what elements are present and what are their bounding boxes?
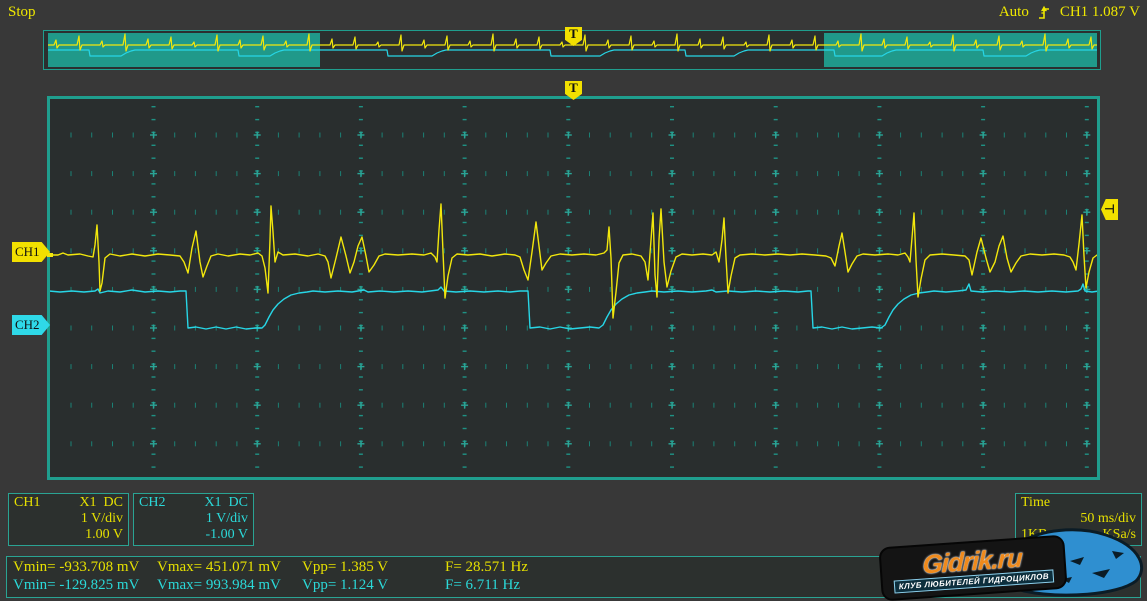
timebase-scale: 50 ms/div <box>1021 511 1136 527</box>
main-waveforms <box>47 96 1100 480</box>
ch2-tag-label: CH2 <box>15 317 40 333</box>
ch1-offset: 1.00 V <box>14 527 123 543</box>
ch2-vpp: Vpp= 1.124 V <box>302 577 388 594</box>
ch2-vmax: Vmax= 993.984 mV <box>157 577 281 594</box>
ch1-coupling: X1 DC <box>79 495 123 511</box>
waveform-display <box>47 96 1100 480</box>
ch2-frequency: F= 6.711 Hz <box>445 577 520 594</box>
ch2-measurements-row: Vmin= -129.825 mV Vmax= 993.984 mV Vpp= … <box>7 577 1140 596</box>
ch1-scale: 1 V/div <box>14 511 123 527</box>
ch2-ground-marker[interactable]: CH2 <box>12 315 50 335</box>
ch1-vmin: Vmin= -933.708 mV <box>13 559 139 576</box>
timebase-box[interactable]: Time 50 ms/div 1KB KSa/s <box>1015 493 1142 546</box>
run-state-label[interactable]: Stop <box>8 4 36 21</box>
measurements-bar: Vmin= -933.708 mV Vmax= 451.071 mV Vpp= … <box>6 556 1141 598</box>
trigger-source-level-readout: CH1 1.087 V <box>1060 4 1140 21</box>
ch2-settings-box[interactable]: CH2 X1 DC 1 V/div -1.00 V <box>133 493 254 546</box>
trigger-status-group: Auto CH1 1.087 V <box>999 4 1140 21</box>
rising-edge-trigger-icon <box>1038 5 1051 20</box>
ch1-frequency: F= 28.571 Hz <box>445 559 528 576</box>
ch1-tag-label: CH1 <box>15 244 40 260</box>
memory-depth: 1KB <box>1021 527 1047 543</box>
trigger-marker-letter: T <box>569 27 578 40</box>
trigger-level-glyph: ⊣ <box>1104 202 1114 217</box>
trigger-level-marker[interactable]: ⊣ <box>1101 199 1118 220</box>
ch1-vpp: Vpp= 1.385 V <box>302 559 388 576</box>
ch1-measurements-row: Vmin= -933.708 mV Vmax= 451.071 mV Vpp= … <box>7 559 1140 578</box>
ch1-settings-box[interactable]: CH1 X1 DC 1 V/div 1.00 V <box>8 493 129 546</box>
ch2-offset: -1.00 V <box>139 527 248 543</box>
oscilloscope-screen: Stop Auto CH1 1.087 V T T ⊣ CH1 CH2 CH1 … <box>0 0 1147 601</box>
ch2-label: CH2 <box>139 495 165 511</box>
sample-rate-unit: KSa/s <box>1103 527 1136 543</box>
ch2-vmin: Vmin= -129.825 mV <box>13 577 139 594</box>
ch2-scale: 1 V/div <box>139 511 248 527</box>
timebase-label: Time <box>1021 495 1136 511</box>
ch1-label: CH1 <box>14 495 40 511</box>
ch1-ground-marker[interactable]: CH1 <box>12 242 50 262</box>
trigger-mode-label[interactable]: Auto <box>999 4 1029 21</box>
ch1-vmax: Vmax= 451.071 mV <box>157 559 281 576</box>
trigger-marker-letter: T <box>569 81 578 94</box>
ch2-coupling: X1 DC <box>204 495 248 511</box>
